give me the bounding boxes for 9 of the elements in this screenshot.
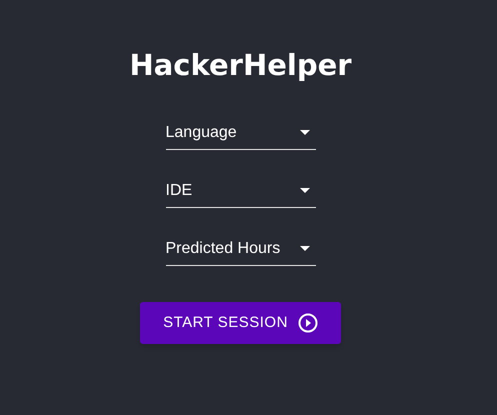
app-title: HackerHelper (129, 47, 352, 84)
play-circle-icon (298, 313, 318, 333)
caret-icon (300, 188, 310, 193)
start-session-button[interactable]: START SESSION (140, 302, 341, 344)
dropdown-select[interactable]: Language (166, 118, 316, 150)
dropdown-select[interactable]: IDE (166, 176, 316, 208)
caret-icon (300, 130, 310, 135)
caret-icon (300, 246, 310, 251)
dropdown-select[interactable]: Predicted Hours (166, 234, 316, 266)
